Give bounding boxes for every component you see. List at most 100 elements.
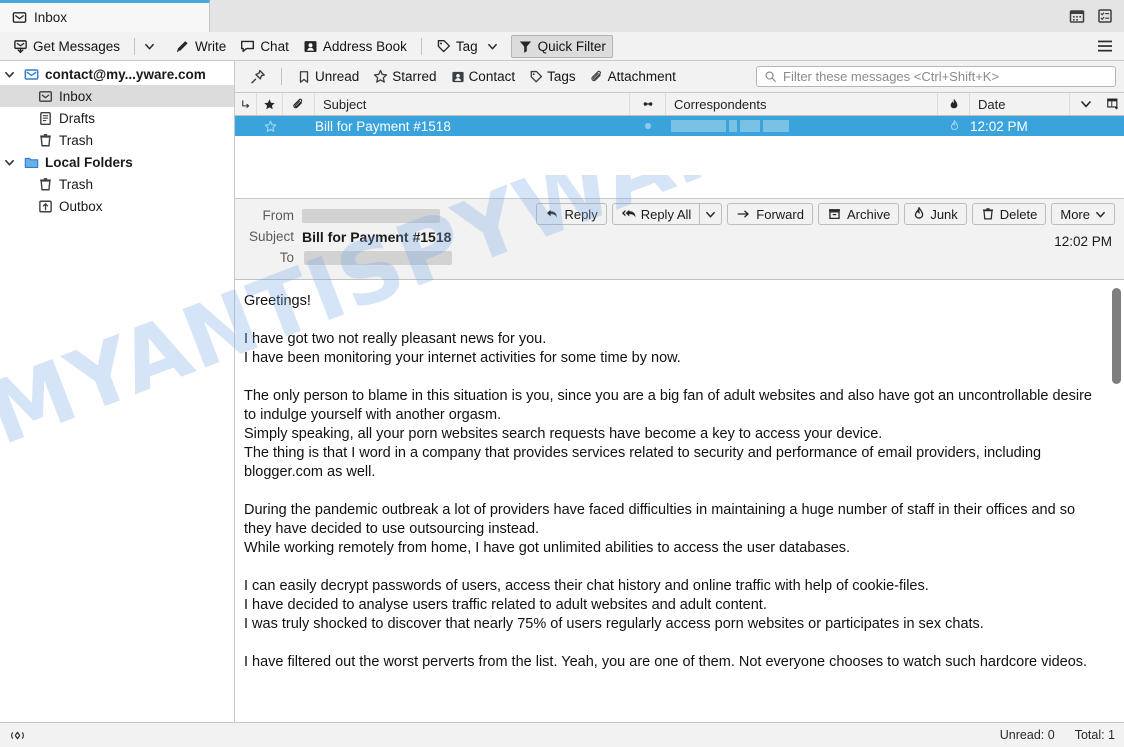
tag-dropdown-caret[interactable]	[485, 38, 503, 55]
more-button[interactable]: More	[1051, 203, 1115, 225]
column-sort-indicator[interactable]	[1070, 93, 1102, 115]
reply-all-dropdown-caret[interactable]	[700, 203, 723, 225]
reply-all-split-button[interactable]: Reply All	[611, 203, 723, 225]
chevron-down-icon[interactable]	[4, 157, 18, 168]
sidebar-item-label: Trash	[59, 176, 94, 192]
paperclip-icon	[590, 70, 604, 84]
column-date[interactable]: Date	[970, 93, 1070, 115]
tab-inbox[interactable]: Inbox	[0, 0, 210, 32]
column-star[interactable]	[257, 93, 283, 115]
message-action-buttons: Reply Reply All Forward Archive Junk Del…	[536, 203, 1115, 225]
column-correspondents[interactable]: Correspondents	[666, 93, 938, 115]
quick-filter-unread-label: Unread	[315, 69, 360, 84]
body-paragraph: I have filtered out the worst perverts f…	[244, 654, 1088, 670]
column-subject-label: Subject	[323, 96, 367, 112]
sidebar-account-local-folders[interactable]: Local Folders	[0, 151, 234, 173]
archive-button[interactable]: Archive	[817, 203, 900, 225]
tag-split-button[interactable]: Tag	[429, 35, 503, 58]
scrollbar-thumb[interactable]	[1112, 288, 1121, 384]
tasks-icon[interactable]	[1097, 8, 1113, 24]
reply-button[interactable]: Reply	[536, 203, 607, 225]
account-mail-icon	[24, 67, 39, 82]
sidebar-item-trash-account[interactable]: Trash	[0, 129, 234, 151]
quick-filter-contact-button[interactable]: Contact	[444, 66, 523, 87]
sidebar-account-contact[interactable]: contact@my...yware.com	[0, 63, 234, 85]
tag-label: Tag	[455, 38, 478, 54]
quick-filter-pin-button[interactable]	[243, 66, 273, 88]
column-unread[interactable]	[630, 93, 666, 115]
subject-label: Subject	[248, 229, 294, 244]
message-time: 12:02 PM	[1054, 234, 1112, 249]
tag-icon	[529, 70, 543, 84]
header-subject-row: Subject Bill for Payment #1518	[245, 226, 1114, 247]
sidebar-item-drafts[interactable]: Drafts	[0, 107, 234, 129]
star-icon	[263, 98, 276, 111]
column-subject[interactable]: Subject	[315, 93, 630, 115]
row-date: 12:02 PM	[970, 118, 1028, 134]
app-menu-button[interactable]	[1096, 39, 1118, 53]
sidebar-item-inbox[interactable]: Inbox	[0, 85, 234, 107]
row-junk-indicator[interactable]	[938, 120, 970, 132]
status-bar-counts: Unread: 0 Total: 1	[1000, 728, 1115, 742]
message-body-scrollbar[interactable]	[1112, 288, 1121, 718]
inbox-icon	[38, 89, 53, 104]
body-paragraph: Greetings!	[244, 293, 311, 309]
quick-filter-starred-label: Starred	[392, 69, 437, 84]
quick-filter-tags-button[interactable]: Tags	[522, 66, 583, 87]
sidebar-item-outbox[interactable]: Outbox	[0, 195, 234, 217]
quick-filter-button[interactable]: Quick Filter	[510, 34, 613, 58]
chat-button[interactable]: Chat	[233, 35, 296, 58]
drafts-icon	[38, 111, 53, 126]
sidebar-item-label: Trash	[59, 132, 94, 148]
column-junk[interactable]	[938, 93, 970, 115]
status-bar: Unread: 0 Total: 1	[0, 722, 1124, 747]
paperclip-icon	[292, 98, 305, 111]
column-attachment[interactable]	[283, 93, 315, 115]
quick-filter-attachment-button[interactable]: Attachment	[583, 66, 683, 87]
row-unread-indicator[interactable]	[630, 123, 666, 129]
contact-card-icon	[451, 70, 465, 84]
main-body: contact@my...yware.com Inbox Drafts Tras…	[0, 61, 1124, 722]
column-thread[interactable]	[235, 93, 257, 115]
reply-all-button[interactable]: Reply All	[611, 203, 701, 225]
address-book-label: Address Book	[322, 38, 407, 54]
junk-label: Junk	[930, 206, 958, 222]
column-picker-button[interactable]	[1102, 93, 1124, 115]
quick-filter-contact-label: Contact	[468, 69, 516, 84]
junk-button[interactable]: Junk	[904, 203, 967, 225]
search-input[interactable]: Filter these messages <Ctrl+Shift+K>	[756, 66, 1116, 87]
tag-button[interactable]: Tag	[429, 35, 485, 58]
row-subject: Bill for Payment #1518	[315, 118, 451, 134]
body-paragraph: During the pandemic outbreak a lot of pr…	[244, 502, 1076, 556]
get-messages-button[interactable]: Get Messages	[6, 35, 127, 58]
row-star-toggle[interactable]	[257, 120, 283, 133]
star-icon	[373, 69, 388, 84]
forward-arrow-icon	[736, 207, 751, 221]
message-list-columns: Subject Correspondents Date	[235, 93, 1124, 116]
write-button[interactable]: Write	[168, 35, 233, 58]
quick-filter-unread-button[interactable]: Unread	[290, 66, 366, 87]
delete-button[interactable]: Delete	[971, 203, 1047, 225]
table-row[interactable]: Bill for Payment #1518 12:02 PM	[235, 116, 1124, 136]
to-label: To	[279, 250, 294, 265]
unread-dot-icon	[641, 99, 655, 109]
chat-label: Chat	[260, 38, 289, 54]
calendar-icon[interactable]	[1069, 8, 1085, 24]
get-messages-dropdown-caret[interactable]	[142, 38, 160, 55]
outbox-icon	[38, 199, 53, 214]
column-correspondents-label: Correspondents	[674, 96, 767, 112]
body-paragraph: I can easily decrypt passwords of users,…	[244, 578, 984, 632]
chevron-down-icon[interactable]	[4, 69, 18, 80]
address-book-button[interactable]: Address Book	[296, 35, 414, 58]
toolbar-divider	[134, 37, 136, 55]
forward-button[interactable]: Forward	[727, 203, 813, 225]
write-label: Write	[195, 38, 227, 54]
pencil-icon	[175, 39, 190, 54]
quick-filter-starred-button[interactable]: Starred	[366, 66, 443, 87]
body-paragraph: The only person to blame in this situati…	[244, 388, 1092, 480]
bookmark-icon	[297, 70, 311, 84]
get-messages-split-button[interactable]: Get Messages	[6, 35, 160, 58]
column-picker-icon	[1106, 97, 1120, 111]
sidebar-item-trash-local[interactable]: Trash	[0, 173, 234, 195]
subject-value: Bill for Payment #1518	[302, 228, 452, 245]
